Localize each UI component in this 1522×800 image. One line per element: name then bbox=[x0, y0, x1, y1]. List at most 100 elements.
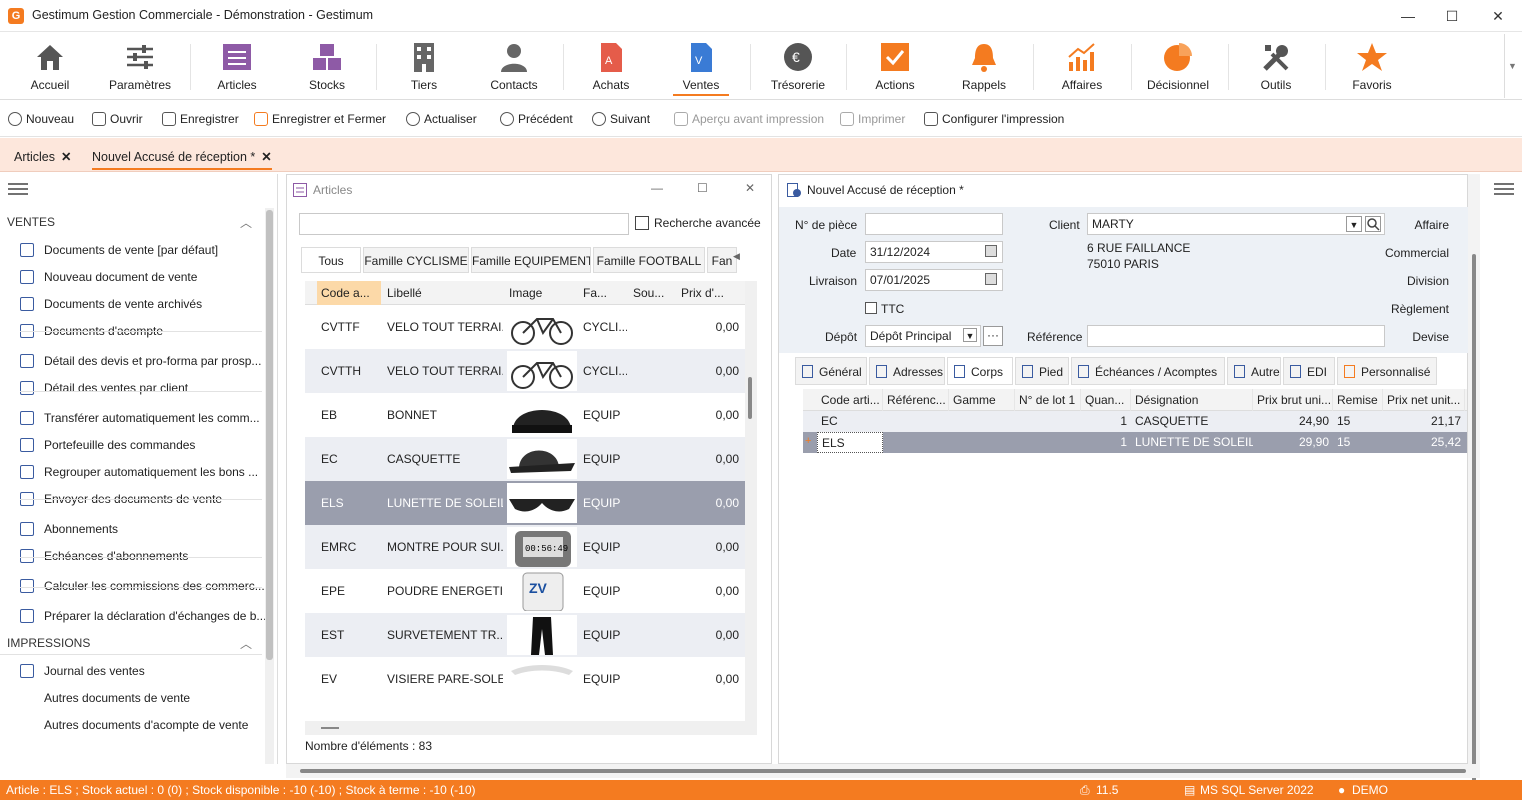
nav-item[interactable]: Regrouper automatiquement les bons ... bbox=[20, 461, 258, 483]
tab-doc-section[interactable]: Personnalisé bbox=[1337, 357, 1437, 385]
tab-doc-section[interactable]: Échéances / Acomptes bbox=[1071, 357, 1225, 385]
depot-more-button[interactable]: ··· bbox=[983, 326, 1003, 346]
nav-scrollbar[interactable] bbox=[265, 208, 274, 764]
configurer-impression-button[interactable]: Configurer l'impression bbox=[924, 112, 1064, 126]
table-row[interactable]: EC CASQUETTE EQUIP 0,00 bbox=[305, 437, 757, 481]
column-header[interactable]: Fa... bbox=[579, 281, 627, 305]
collapse-icon[interactable]: ︿ bbox=[240, 635, 252, 652]
ribbon-scroll-icon[interactable]: ▼ bbox=[1504, 34, 1520, 98]
nav-item[interactable]: Nouveau document de vente bbox=[20, 266, 197, 288]
nav-item[interactable]: Abonnements bbox=[20, 518, 118, 540]
ribbon-actions[interactable]: Actions bbox=[855, 36, 935, 98]
tab-doc-section[interactable]: Général bbox=[795, 357, 867, 385]
close-tab-icon[interactable]: ✕ bbox=[61, 150, 71, 164]
ribbon-achats[interactable]: A Achats bbox=[571, 36, 651, 98]
ribbon-parametres[interactable]: Paramètres bbox=[100, 36, 180, 98]
column-header[interactable]: N° de lot 1 bbox=[1015, 389, 1081, 411]
tab-doc-section[interactable]: EDI bbox=[1283, 357, 1335, 385]
minimize-panel-icon[interactable]: — bbox=[651, 181, 663, 195]
nav-section-ventes[interactable]: VENTES bbox=[7, 215, 55, 229]
ribbon-contacts[interactable]: Contacts bbox=[474, 36, 554, 98]
ribbon-stocks[interactable]: Stocks bbox=[287, 36, 367, 98]
ribbon-tresorerie[interactable]: € Trésorerie bbox=[758, 36, 838, 98]
collapse-icon[interactable]: ︿ bbox=[240, 214, 252, 231]
column-header[interactable]: Code arti... bbox=[817, 389, 883, 411]
ttc-checkbox[interactable] bbox=[865, 302, 877, 314]
ouvrir-button[interactable]: Ouvrir bbox=[92, 112, 143, 126]
table-row[interactable]: EPE POUDRE ENERGETI... EQUIP 0,00 ZV bbox=[305, 569, 757, 613]
chevron-down-icon[interactable]: ▼ bbox=[963, 328, 977, 342]
nav-item[interactable]: Détail des devis et pro-forma par prosp.… bbox=[20, 350, 261, 372]
piece-field[interactable] bbox=[865, 213, 1003, 235]
tab-scroll-left-icon[interactable]: ◀ bbox=[733, 251, 740, 262]
table-row[interactable]: CVTTH VELO TOUT TERRAI... CYCLI... 0,00 bbox=[305, 349, 757, 393]
tab-doc-section[interactable]: Adresses bbox=[869, 357, 945, 385]
client-field[interactable]: MARTY bbox=[1087, 213, 1385, 235]
nav-item[interactable]: Autres documents d'acompte de vente bbox=[20, 714, 248, 736]
advanced-search-button[interactable]: Recherche avancée bbox=[635, 216, 761, 230]
column-header[interactable]: Libellé bbox=[383, 281, 503, 305]
column-header[interactable]: Désignation bbox=[1131, 389, 1253, 411]
ribbon-outils[interactable]: Outils bbox=[1236, 36, 1316, 98]
table-row[interactable]: EST SURVETEMENT TR... EQUIP 0,00 bbox=[305, 613, 757, 657]
articles-grid-scrollbar[interactable] bbox=[745, 281, 757, 721]
nav-item[interactable]: Calculer les commissions des commerc... bbox=[20, 575, 265, 597]
tab-article-family[interactable]: Famille EQUIPEMENT bbox=[471, 247, 591, 273]
search-icon[interactable] bbox=[1365, 216, 1381, 232]
imprimer-button[interactable]: Imprimer bbox=[840, 112, 905, 126]
nouveau-button[interactable]: Nouveau bbox=[8, 112, 74, 126]
close-tab-icon[interactable]: ✕ bbox=[261, 150, 271, 164]
table-row[interactable]: EV VISIERE PARE-SOLEIL EQUIP 0,00 bbox=[305, 657, 757, 701]
column-header[interactable]: Gamme bbox=[949, 389, 1015, 411]
tab-article-family[interactable]: Tous bbox=[301, 247, 361, 273]
doc-vscrollbar[interactable] bbox=[1468, 174, 1480, 794]
tab-corps[interactable]: Corps bbox=[947, 357, 1013, 385]
nav-item[interactable]: Echéances d'abonnements bbox=[20, 545, 188, 567]
nav-item[interactable]: Journal des ventes bbox=[20, 660, 145, 682]
column-header[interactable]: Prix net unit... bbox=[1383, 389, 1465, 411]
tab-articles[interactable]: Articles ✕ bbox=[14, 149, 71, 164]
calendar-icon[interactable] bbox=[985, 245, 997, 257]
chevron-down-icon[interactable]: ▼ bbox=[1346, 216, 1362, 232]
column-header[interactable]: Code a... bbox=[317, 281, 381, 305]
ribbon-rappels[interactable]: Rappels bbox=[944, 36, 1024, 98]
ribbon-favoris[interactable]: Favoris bbox=[1332, 36, 1412, 98]
nav-item[interactable]: Documents de vente [par défaut] bbox=[20, 239, 218, 261]
enregistrer-fermer-button[interactable]: Enregistrer et Fermer bbox=[254, 112, 386, 126]
column-header[interactable]: Remise bbox=[1333, 389, 1383, 411]
ribbon-affaires[interactable]: Affaires bbox=[1042, 36, 1122, 98]
maximize-icon[interactable]: ☐ bbox=[1442, 6, 1462, 26]
tab-accuse[interactable]: Nouvel Accusé de réception * ✕ bbox=[92, 149, 272, 170]
reference-field[interactable] bbox=[1087, 325, 1385, 347]
tab-doc-section[interactable]: Autre bbox=[1227, 357, 1281, 385]
nav-section-impressions[interactable]: IMPRESSIONS bbox=[7, 636, 90, 650]
ribbon-accueil[interactable]: Accueil bbox=[10, 36, 90, 98]
nav-item[interactable]: Détail des ventes par client bbox=[20, 377, 188, 399]
close-window-icon[interactable]: ✕ bbox=[1488, 6, 1508, 26]
enregistrer-button[interactable]: Enregistrer bbox=[162, 112, 239, 126]
column-header[interactable]: Sou... bbox=[629, 281, 675, 305]
ribbon-articles[interactable]: Articles bbox=[197, 36, 277, 98]
nav-item[interactable]: Transférer automatiquement les comm... bbox=[20, 407, 260, 429]
hamburger-icon[interactable] bbox=[8, 182, 28, 196]
ribbon-tiers[interactable]: Tiers bbox=[384, 36, 464, 98]
hamburger-icon[interactable] bbox=[1494, 182, 1514, 196]
tab-doc-section[interactable]: Pied bbox=[1015, 357, 1069, 385]
calendar-icon[interactable] bbox=[985, 273, 997, 285]
article-search-input[interactable] bbox=[299, 213, 629, 235]
livraison-field[interactable]: 07/01/2025 bbox=[865, 269, 1003, 291]
close-panel-icon[interactable]: ✕ bbox=[745, 181, 755, 195]
column-header[interactable]: Image bbox=[505, 281, 577, 305]
ribbon-decisionnel[interactable]: Décisionnel bbox=[1138, 36, 1218, 98]
nav-item[interactable]: Autres documents de vente bbox=[20, 687, 190, 709]
main-hscrollbar[interactable] bbox=[286, 764, 1480, 778]
column-header[interactable]: Prix brut uni... bbox=[1253, 389, 1333, 411]
ribbon-ventes[interactable]: V Ventes bbox=[661, 36, 741, 98]
apercu-button[interactable]: Aperçu avant impression bbox=[674, 112, 824, 126]
column-header[interactable]: Quan... bbox=[1081, 389, 1131, 411]
articles-hscrollbar[interactable] bbox=[305, 721, 757, 735]
column-header[interactable]: Prix d'... bbox=[677, 281, 743, 305]
date-field[interactable]: 31/12/2024 bbox=[865, 241, 1003, 263]
maximize-panel-icon[interactable]: ☐ bbox=[697, 181, 708, 195]
table-row[interactable]: CVTTF VELO TOUT TERRAI... CYCLI... 0,00 bbox=[305, 305, 757, 349]
